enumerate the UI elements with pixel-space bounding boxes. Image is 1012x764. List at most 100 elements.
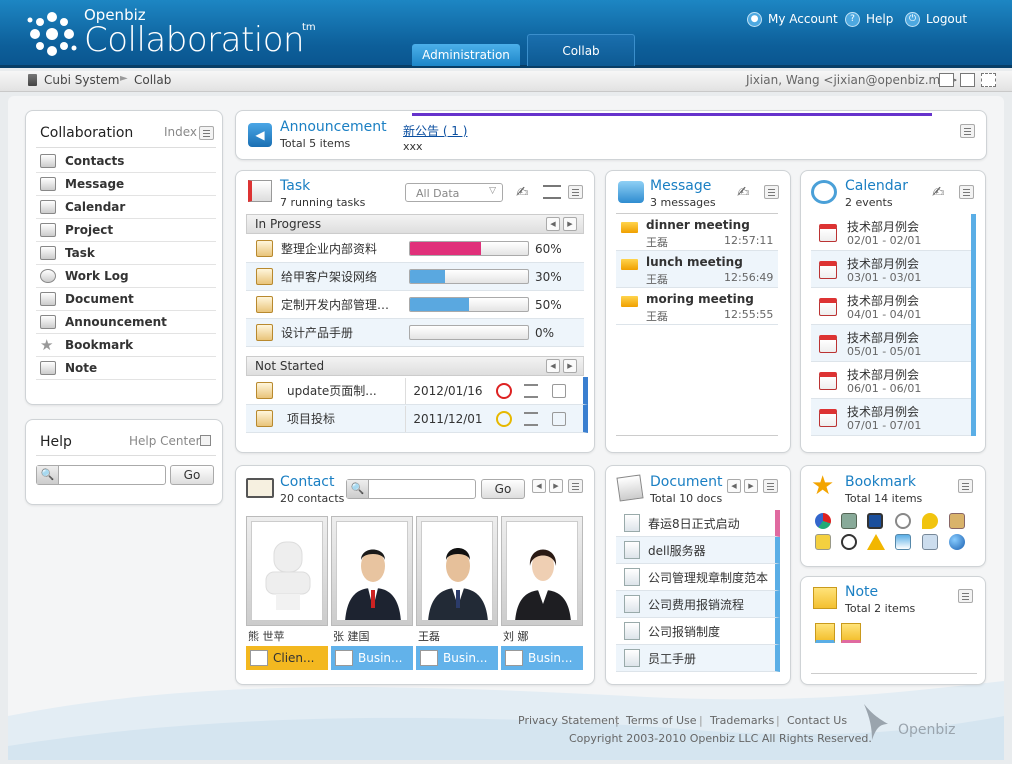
next-page-icon[interactable]: ▶ [563, 217, 577, 231]
message-item[interactable]: dinner meeting 王磊 12:57:11 [616, 214, 778, 251]
task-row[interactable]: 整理企业内部资料 60% [246, 235, 584, 263]
compose-icon[interactable] [960, 73, 975, 87]
terms-link[interactable]: Terms of Use [626, 714, 697, 727]
document-item[interactable]: dell服务器 [616, 537, 780, 564]
prev-page-icon[interactable]: ◀ [727, 479, 741, 493]
contact-type-tag[interactable]: Clien... [246, 646, 328, 670]
announcement-headline[interactable]: 新公告 ( 1 ) [403, 122, 467, 139]
message-title[interactable]: Message [650, 178, 711, 194]
contact-us-link[interactable]: Contact Us [787, 714, 847, 727]
contact-card[interactable] [246, 516, 328, 626]
contact-card[interactable] [331, 516, 413, 626]
calendar-title[interactable]: Calendar [845, 178, 908, 194]
play-icon[interactable] [841, 534, 857, 550]
note-menu-icon[interactable] [958, 589, 973, 603]
calendar-event[interactable]: 技术部月例会 02/01 - 02/01 [811, 214, 971, 251]
sidebar-item-calendar[interactable]: Calendar [36, 196, 216, 219]
bell-icon[interactable] [552, 411, 566, 426]
next-page-icon[interactable]: ▶ [744, 479, 758, 493]
flag-icon[interactable] [524, 383, 538, 398]
calendar-event[interactable]: 技术部月例会 07/01 - 07/01 [811, 399, 971, 436]
help-link[interactable]: ? Help [845, 10, 893, 28]
note-title[interactable]: Note [845, 584, 878, 600]
sidebar-item-message[interactable]: Message [36, 173, 216, 196]
contact-go-button[interactable]: Go [481, 479, 525, 499]
calendar-event[interactable]: 技术部月例会 04/01 - 04/01 [811, 288, 971, 325]
breadcrumb-root[interactable]: Cubi System [44, 73, 120, 87]
announcement-menu-icon[interactable] [960, 124, 975, 138]
index-link[interactable]: Index [164, 125, 197, 139]
sticky-note-icon[interactable] [841, 623, 861, 643]
sidebar-item-document[interactable]: Document [36, 288, 216, 311]
sticky-note-icon[interactable] [815, 623, 835, 643]
next-page-icon[interactable]: ▶ [563, 359, 577, 373]
contact-card[interactable] [501, 516, 583, 626]
sidebar-item-announcement[interactable]: Announcement [36, 311, 216, 334]
prev-page-icon[interactable]: ◀ [546, 217, 560, 231]
document-item[interactable]: 公司报销制度 [616, 618, 780, 645]
globe-icon[interactable] [949, 534, 965, 550]
gauge-icon[interactable] [895, 513, 911, 529]
contact-search-input[interactable]: 🔍 [346, 479, 476, 499]
task-title[interactable]: Task [280, 178, 310, 194]
trademarks-link[interactable]: Trademarks [710, 714, 774, 727]
contact-type-tag[interactable]: Busin... [331, 646, 413, 670]
scrollbar[interactable] [971, 214, 976, 436]
compose-icon[interactable]: ✍ [737, 183, 750, 201]
task-row[interactable]: 设计产品手册 0% [246, 319, 584, 347]
document-item[interactable]: 员工手册 [616, 645, 780, 672]
spreadsheet-icon[interactable] [841, 513, 857, 529]
sidebar-item-project[interactable]: Project [36, 219, 216, 242]
tab-collab[interactable]: Collab [527, 34, 635, 66]
next-page-icon[interactable]: ▶ [549, 479, 563, 493]
task-menu-icon[interactable] [568, 185, 583, 199]
pie-chart-icon[interactable] [815, 513, 831, 529]
task-row[interactable]: 定制开发内部管理系... 50% [246, 291, 584, 319]
sort-icon[interactable] [543, 185, 561, 199]
document-item[interactable]: 公司管理规章制度范本 [616, 564, 780, 591]
task-row[interactable]: 给甲客户架设网络 30% [246, 263, 584, 291]
bookmark-menu-icon[interactable] [958, 479, 973, 493]
document-title[interactable]: Document [650, 474, 723, 490]
add-event-icon[interactable]: ✍ [932, 183, 945, 201]
breadcrumb-current[interactable]: Collab [134, 73, 171, 87]
help-center-link[interactable]: Help Center [129, 434, 201, 448]
chat-bubble-icon[interactable] [922, 513, 938, 529]
help-search-input[interactable]: 🔍 [36, 465, 166, 485]
warning-icon[interactable] [867, 534, 885, 550]
index-menu-icon[interactable] [199, 126, 214, 140]
announcement-title[interactable]: Announcement [280, 119, 387, 135]
privacy-link[interactable]: Privacy Statement [518, 714, 619, 727]
contact-type-tag[interactable]: Busin... [501, 646, 583, 670]
sidebar-item-contacts[interactable]: Contacts [36, 150, 216, 173]
document-menu-icon[interactable] [763, 479, 778, 493]
tab-administration[interactable]: Administration [412, 44, 520, 66]
document-item[interactable]: 春运8日正式启动 [616, 510, 780, 537]
message-item[interactable]: lunch meeting 王磊 12:56:49 [616, 251, 778, 288]
flag-icon[interactable] [524, 411, 538, 426]
collapse-icon[interactable] [200, 435, 211, 446]
calendar-event[interactable]: 技术部月例会 06/01 - 06/01 [811, 362, 971, 399]
task-row[interactable]: 项目投标 2011/12/01 [246, 405, 588, 433]
calendar-menu-icon[interactable] [959, 185, 974, 199]
message-item[interactable]: moring meeting 王磊 12:55:55 [616, 288, 778, 325]
contact-card[interactable] [416, 516, 498, 626]
network-icon[interactable] [895, 534, 911, 550]
prev-page-icon[interactable]: ◀ [546, 359, 560, 373]
sidebar-item-task[interactable]: Task [36, 242, 216, 265]
my-account-link[interactable]: ● My Account [747, 10, 838, 28]
pencil-icon[interactable] [815, 534, 831, 550]
contact-menu-icon[interactable] [568, 479, 583, 493]
monitor-icon[interactable] [867, 513, 883, 529]
contact-type-tag[interactable]: Busin... [416, 646, 498, 670]
certificate-icon[interactable] [949, 513, 965, 529]
help-go-button[interactable]: Go [170, 465, 214, 485]
sidebar-item-bookmark[interactable]: ★ Bookmark [36, 334, 216, 357]
quick-add-icon[interactable]: ✍ [516, 183, 536, 201]
task-row[interactable]: update页面制... 2012/01/16 [246, 377, 588, 405]
fullscreen-icon[interactable] [981, 73, 996, 87]
sidebar-item-work-log[interactable]: Work Log [36, 265, 216, 288]
book-icon[interactable] [922, 534, 938, 550]
calendar-event[interactable]: 技术部月例会 03/01 - 03/01 [811, 251, 971, 288]
task-filter-select[interactable]: All Data ▽ [405, 183, 503, 202]
